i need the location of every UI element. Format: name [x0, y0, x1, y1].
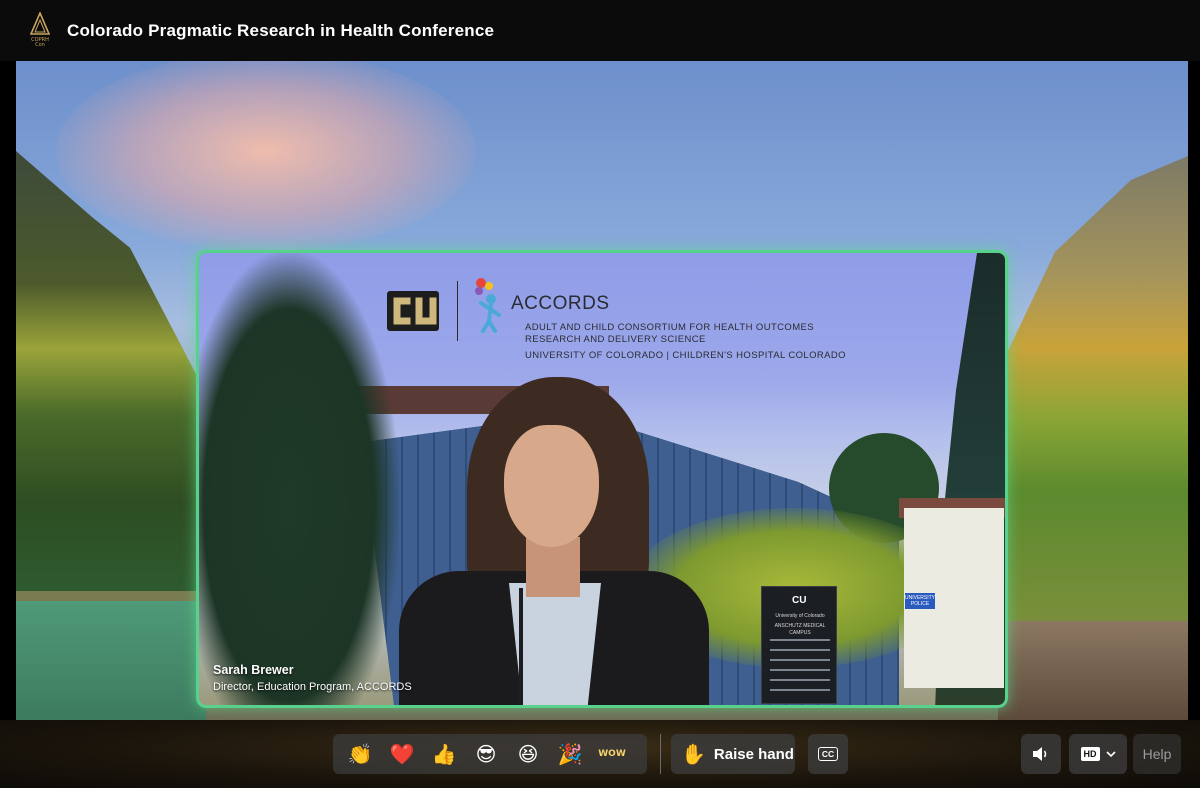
video-quality-button[interactable]: HD [1069, 734, 1127, 774]
child-balloon-icon [475, 278, 501, 333]
captions-icon: CC [817, 747, 839, 761]
street-sign: UNIVERSITY POLICE [905, 593, 936, 609]
speaker-video-tile[interactable]: CU University of Colorado ANSCHUTZ MEDIC… [196, 250, 1008, 708]
brand-subtitle-1: ADULT AND CHILD CONSORTIUM FOR HEALTH OU… [525, 322, 815, 333]
brand-name: ACCORDS [511, 293, 610, 314]
thumbs-up-reaction-icon[interactable]: 👍 [423, 734, 465, 774]
sign-line [770, 649, 830, 651]
clap-reaction-icon[interactable]: 👏 [339, 734, 381, 774]
sign-line [770, 689, 830, 691]
accords-brand: ACCORDS ADULT AND CHILD CONSORTIUM FOR H… [385, 277, 885, 373]
reactions-bar: 👏 ❤️ 👍 😎 😆 🎉 WOW [333, 734, 647, 774]
lake [16, 601, 206, 720]
sign-line [770, 639, 830, 641]
help-button[interactable]: Help [1133, 734, 1181, 774]
brand-subtitle-3: UNIVERSITY OF COLORADO | CHILDREN'S HOSP… [525, 350, 846, 361]
sign-line [770, 679, 830, 681]
top-bar: COPRH Con Colorado Pragmatic Research in… [0, 0, 1200, 61]
campus-sign-logo: CU [792, 595, 807, 606]
wow-reaction-icon[interactable]: WOW [591, 734, 633, 774]
sign-line [770, 659, 830, 661]
raise-hand-button[interactable]: ✋ Raise hand [671, 734, 795, 774]
lanyard [519, 588, 523, 705]
triangle-logo-icon [30, 11, 50, 35]
party-reaction-icon[interactable]: 🎉 [549, 734, 591, 774]
tree-left [199, 253, 399, 705]
volume-button[interactable] [1021, 734, 1061, 774]
speaker-face [504, 425, 599, 547]
heart-reaction-icon[interactable]: ❤️ [381, 734, 423, 774]
campus-sign-campus: ANSCHUTZ MEDICAL CAMPUS [774, 623, 826, 636]
campus-sign: CU University of Colorado ANSCHUTZ MEDIC… [761, 586, 837, 704]
logo-text: COPRH Con [31, 36, 49, 48]
hd-icon: HD [1080, 747, 1100, 761]
raise-hand-label: Raise hand [713, 745, 794, 763]
river [998, 621, 1188, 720]
speaker-name: Sarah Brewer [213, 663, 294, 677]
campus-sign-title: University of Colorado [775, 613, 825, 619]
conference-logo: COPRH Con [26, 11, 54, 50]
hand-icon: ✋ [681, 742, 706, 766]
sign-line [770, 669, 830, 671]
cu-logo-icon [387, 291, 439, 331]
brand-separator [457, 281, 458, 341]
cool-reaction-icon[interactable]: 😎 [465, 734, 507, 774]
event-title: Colorado Pragmatic Research in Health Co… [67, 20, 495, 40]
laugh-reaction-icon[interactable]: 😆 [507, 734, 549, 774]
brand-subtitle-2: RESEARCH AND DELIVERY SCIENCE [525, 334, 706, 345]
sky-glow [56, 61, 476, 251]
speaker-volume-icon [1033, 747, 1047, 761]
captions-button[interactable]: CC [808, 734, 848, 774]
bottom-toolbar: 👏 ❤️ 👍 😎 😆 🎉 WOW ✋ Raise hand CC HD Help [0, 720, 1200, 788]
mountain-right [998, 156, 1188, 636]
chevron-down-icon [1105, 750, 1116, 757]
speaker-role: Director, Education Program, ACCORDS [213, 681, 412, 693]
toolbar-divider [660, 734, 661, 774]
